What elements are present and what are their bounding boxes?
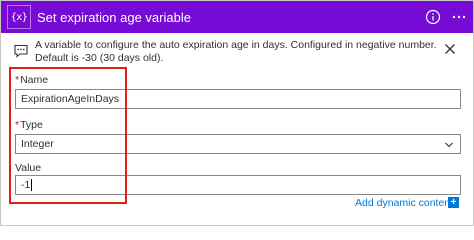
add-dynamic-content-link[interactable]: Add dynamic content (355, 197, 453, 209)
name-value: ExpirationAgeInDays (21, 93, 120, 105)
value-text: -1 (21, 179, 31, 191)
name-label: *Name (15, 74, 48, 86)
variable-icon: {x} (7, 5, 31, 29)
add-icon[interactable]: + (448, 197, 459, 208)
value-label: Value (15, 162, 41, 174)
value-field[interactable]: -1 (15, 175, 461, 195)
type-label: *Type (15, 119, 43, 131)
value-label-text: Value (15, 162, 42, 174)
card-header[interactable]: {x} Set expiration age variable (1, 1, 473, 33)
name-field[interactable]: ExpirationAgeInDays (15, 89, 461, 109)
required-marker: * (15, 119, 20, 131)
card-title[interactable]: Set expiration age variable (37, 10, 191, 25)
name-label-text: Name (20, 74, 49, 86)
info-icon[interactable] (425, 9, 441, 25)
action-card: {x} Set expiration age variable A variab… (0, 0, 474, 226)
more-icon[interactable] (451, 9, 467, 25)
type-label-text: Type (20, 119, 43, 131)
type-value: Integer (21, 138, 54, 150)
chevron-down-icon (445, 142, 453, 148)
text-cursor (31, 179, 33, 191)
type-dropdown[interactable]: Integer (15, 134, 461, 154)
required-marker: * (15, 74, 20, 86)
close-icon[interactable] (443, 42, 457, 56)
description-text: A variable to configure the auto expirat… (35, 39, 437, 64)
comment-icon (14, 44, 28, 58)
